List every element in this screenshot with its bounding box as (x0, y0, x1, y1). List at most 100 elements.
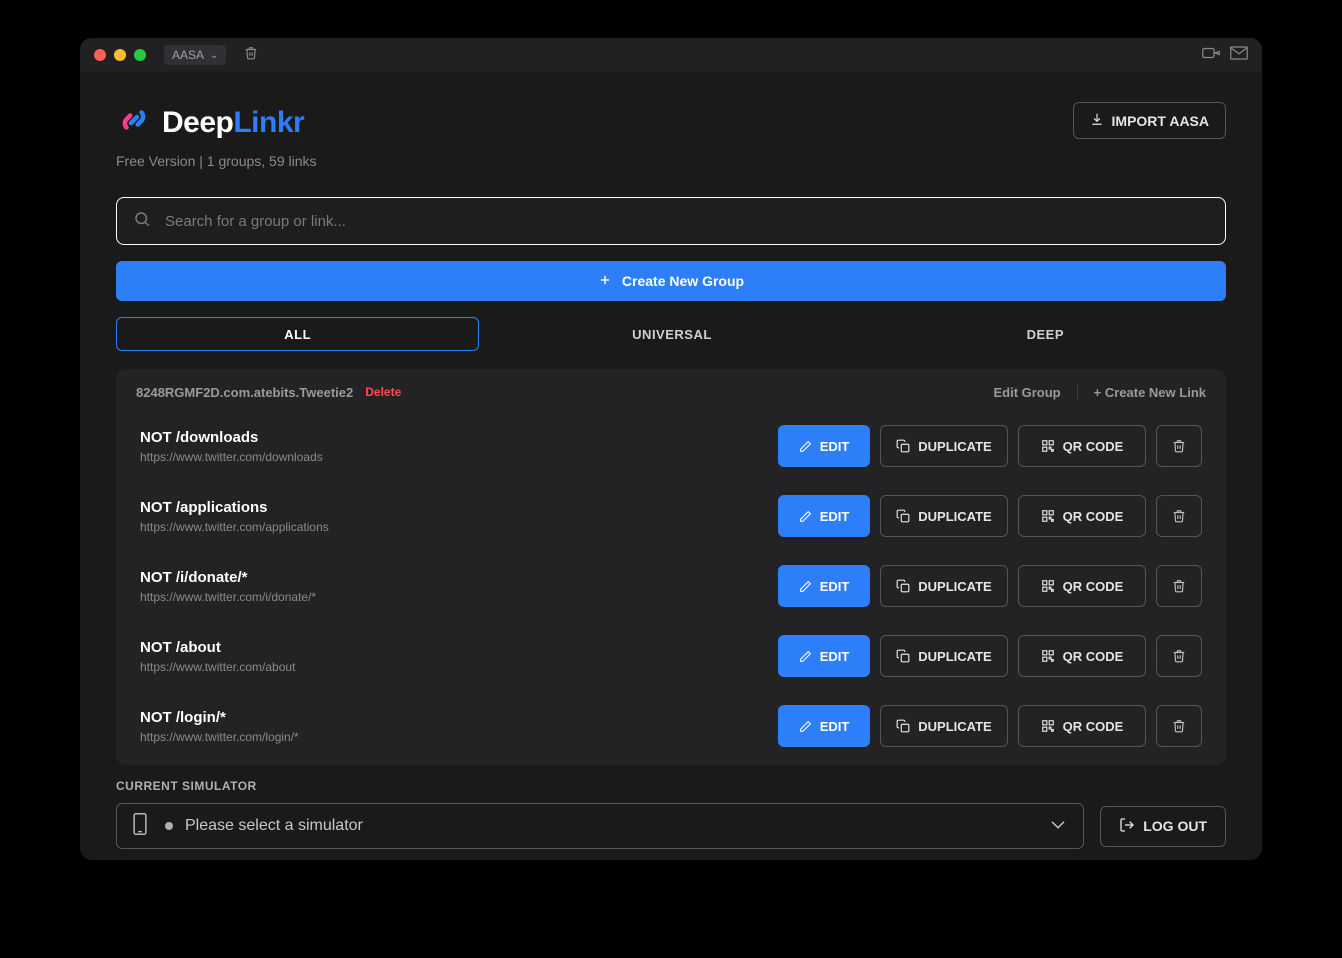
import-aasa-button[interactable]: IMPORT AASA (1073, 102, 1226, 139)
download-icon (1090, 112, 1104, 129)
status-dot-icon (165, 822, 173, 830)
edit-button[interactable]: EDIT (778, 425, 870, 467)
link-info: NOT /applications https://www.twitter.co… (140, 499, 329, 534)
simulator-section: CURRENT SIMULATOR Please select a simula… (116, 779, 1226, 849)
qr-icon (1041, 509, 1055, 523)
duplicate-label: DUPLICATE (918, 439, 991, 454)
delete-link-button[interactable] (1156, 635, 1202, 677)
delete-group-button[interactable]: Delete (365, 385, 401, 399)
tab-deep[interactable]: DEEP (865, 317, 1226, 351)
qr-icon (1041, 439, 1055, 453)
row-actions: EDIT DUPLICATE QR CODE (778, 635, 1202, 677)
link-info: NOT /downloads https://www.twitter.com/d… (140, 429, 323, 464)
qr-button[interactable]: QR CODE (1018, 635, 1146, 677)
titlebar-trash-button[interactable] (244, 46, 258, 65)
edit-group-button[interactable]: Edit Group (993, 385, 1060, 400)
edit-button[interactable]: EDIT (778, 495, 870, 537)
search-input[interactable] (165, 213, 1209, 230)
duplicate-label: DUPLICATE (918, 719, 991, 734)
record-icon[interactable] (1202, 46, 1220, 65)
app-window: AASA ⌄ (80, 38, 1262, 860)
row-actions: EDIT DUPLICATE QR CODE (778, 425, 1202, 467)
create-group-button[interactable]: Create New Group (116, 261, 1226, 301)
duplicate-icon (896, 509, 910, 523)
link-row: NOT /about https://www.twitter.com/about… (116, 621, 1226, 691)
trash-icon (1172, 579, 1186, 593)
link-url: https://www.twitter.com/i/donate/* (140, 590, 316, 604)
edit-label: EDIT (820, 439, 850, 454)
create-link-button[interactable]: + Create New Link (1094, 385, 1206, 400)
qr-button[interactable]: QR CODE (1018, 495, 1146, 537)
logout-button[interactable]: LOG OUT (1100, 806, 1226, 847)
create-group-label: Create New Group (622, 273, 744, 289)
duplicate-label: DUPLICATE (918, 649, 991, 664)
delete-link-button[interactable] (1156, 565, 1202, 607)
simulator-label: CURRENT SIMULATOR (116, 779, 1226, 793)
qr-label: QR CODE (1063, 649, 1124, 664)
trash-icon (1172, 649, 1186, 663)
link-info: NOT /i/donate/* https://www.twitter.com/… (140, 569, 316, 604)
phone-icon (133, 813, 147, 840)
mail-icon[interactable] (1230, 46, 1248, 65)
simulator-row: Please select a simulator LOG OUT (116, 803, 1226, 849)
close-window-button[interactable] (94, 49, 106, 61)
minimize-window-button[interactable] (114, 49, 126, 61)
tab-universal-label: UNIVERSAL (632, 327, 712, 342)
link-row: NOT /i/donate/* https://www.twitter.com/… (116, 551, 1226, 621)
links-list: NOT /downloads https://www.twitter.com/d… (116, 411, 1226, 761)
link-row: NOT /downloads https://www.twitter.com/d… (116, 411, 1226, 481)
qr-label: QR CODE (1063, 509, 1124, 524)
group-id: 8248RGMF2D.com.atebits.Tweetie2 (136, 385, 353, 400)
pencil-icon (799, 720, 812, 733)
duplicate-label: DUPLICATE (918, 579, 991, 594)
edit-label: EDIT (820, 509, 850, 524)
brand-part2: Linkr (233, 106, 304, 139)
link-row: NOT /login/* https://www.twitter.com/log… (116, 691, 1226, 761)
duplicate-label: DUPLICATE (918, 509, 991, 524)
duplicate-icon (896, 439, 910, 453)
link-title: NOT /about (140, 639, 295, 656)
content-area: DeepLinkr Free Version | 1 groups, 59 li… (80, 72, 1262, 860)
edit-button[interactable]: EDIT (778, 635, 870, 677)
logo: DeepLinkr (116, 102, 317, 143)
qr-button[interactable]: QR CODE (1018, 565, 1146, 607)
delete-link-button[interactable] (1156, 425, 1202, 467)
row-actions: EDIT DUPLICATE QR CODE (778, 565, 1202, 607)
link-url: https://www.twitter.com/login/* (140, 730, 299, 744)
header-row: DeepLinkr Free Version | 1 groups, 59 li… (116, 102, 1226, 169)
qr-label: QR CODE (1063, 439, 1124, 454)
duplicate-button[interactable]: DUPLICATE (880, 705, 1008, 747)
tab-universal[interactable]: UNIVERSAL (491, 317, 852, 351)
brand-part1: Deep (162, 106, 233, 139)
duplicate-button[interactable]: DUPLICATE (880, 495, 1008, 537)
edit-label: EDIT (820, 649, 850, 664)
delete-link-button[interactable] (1156, 495, 1202, 537)
pencil-icon (799, 650, 812, 663)
qr-icon (1041, 719, 1055, 733)
simulator-select[interactable]: Please select a simulator (116, 803, 1084, 849)
duplicate-button[interactable]: DUPLICATE (880, 425, 1008, 467)
trash-icon (1172, 439, 1186, 453)
tab-all-label: ALL (284, 327, 311, 342)
aasa-menu[interactable]: AASA ⌄ (164, 45, 226, 65)
duplicate-button[interactable]: DUPLICATE (880, 635, 1008, 677)
aasa-menu-label: AASA (172, 48, 204, 62)
link-row: NOT /applications https://www.twitter.co… (116, 481, 1226, 551)
logout-label: LOG OUT (1143, 818, 1207, 834)
trash-icon (1172, 719, 1186, 733)
delete-link-button[interactable] (1156, 705, 1202, 747)
edit-button[interactable]: EDIT (778, 565, 870, 607)
edit-label: EDIT (820, 719, 850, 734)
qr-button[interactable]: QR CODE (1018, 425, 1146, 467)
filter-tabs: ALL UNIVERSAL DEEP (116, 317, 1226, 351)
import-aasa-label: IMPORT AASA (1112, 113, 1209, 129)
qr-icon (1041, 649, 1055, 663)
qr-button[interactable]: QR CODE (1018, 705, 1146, 747)
search-field[interactable] (116, 197, 1226, 245)
tab-all[interactable]: ALL (116, 317, 479, 351)
version-text: Free Version | 1 groups, 59 links (116, 153, 317, 169)
maximize-window-button[interactable] (134, 49, 146, 61)
duplicate-icon (896, 719, 910, 733)
duplicate-button[interactable]: DUPLICATE (880, 565, 1008, 607)
edit-button[interactable]: EDIT (778, 705, 870, 747)
